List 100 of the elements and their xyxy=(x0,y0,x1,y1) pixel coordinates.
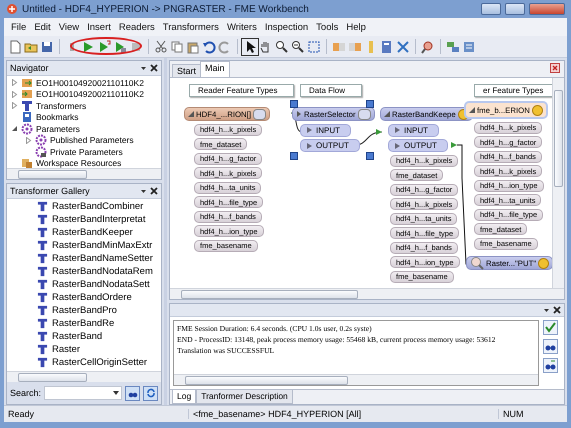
horizontal-scrollbar[interactable] xyxy=(7,168,161,179)
expand-arrow-icon[interactable] xyxy=(296,111,302,117)
inspect-icon[interactable] xyxy=(421,40,435,54)
gear-lock-icon xyxy=(35,146,47,158)
tree-item[interactable]: Transformers xyxy=(36,100,86,111)
pin-icon[interactable] xyxy=(140,64,147,72)
refresh-button[interactable] xyxy=(143,386,158,400)
maximize-button[interactable] xyxy=(505,3,525,15)
gallery-item[interactable]: RasterBandPro xyxy=(52,305,117,316)
run-prompt-icon[interactable] xyxy=(97,40,111,54)
gallery-item[interactable]: RasterBandNameSetter xyxy=(52,253,153,264)
expand-arrow-icon[interactable] xyxy=(11,90,18,98)
horizontal-scrollbar[interactable] xyxy=(174,374,538,385)
horizontal-scrollbar[interactable] xyxy=(170,288,564,299)
more-button[interactable] xyxy=(253,108,266,120)
close-button[interactable] xyxy=(529,3,565,15)
zoom-in-icon[interactable] xyxy=(275,40,289,54)
selection-handle[interactable] xyxy=(366,100,374,108)
gallery-item[interactable]: Raster xyxy=(52,344,80,355)
expand-arrow-icon[interactable] xyxy=(11,102,18,110)
tree-item[interactable]: Bookmarks xyxy=(36,112,79,122)
tree-item[interactable]: Published Parameters xyxy=(50,135,134,146)
gallery-item[interactable]: RasterBandMinMaxExtr xyxy=(52,240,152,251)
run-step-icon[interactable] xyxy=(113,40,127,54)
port[interactable]: OUTPUT xyxy=(300,139,360,152)
gallery-item[interactable]: RasterBandKeeper xyxy=(52,227,133,238)
dropdown-arrow-icon[interactable] xyxy=(113,391,119,395)
bookmark-label[interactable]: er Feature Types xyxy=(474,84,552,97)
new-file-icon[interactable] xyxy=(8,40,22,54)
tab[interactable]: Start xyxy=(172,64,202,77)
tree-item[interactable]: EO1H0010492002110110K2 xyxy=(36,89,144,100)
close-icon[interactable] xyxy=(553,306,561,314)
find-button[interactable] xyxy=(542,339,558,354)
search-button[interactable] xyxy=(125,386,140,400)
port[interactable]: INPUT xyxy=(388,124,439,136)
transformer-icon xyxy=(37,344,48,355)
save-icon[interactable] xyxy=(40,40,54,54)
menu-item[interactable]: Tools xyxy=(312,22,342,32)
zoom-extents-icon[interactable] xyxy=(307,40,321,54)
tab[interactable]: Log xyxy=(172,390,196,404)
zoom-out-icon[interactable] xyxy=(291,40,305,54)
vertical-scrollbar[interactable] xyxy=(552,78,564,288)
document-icon[interactable] xyxy=(380,40,394,54)
tree-item[interactable]: Parameters xyxy=(36,124,80,134)
menu-item[interactable]: View xyxy=(54,22,84,32)
tab[interactable]: Main xyxy=(200,61,230,77)
tree-item[interactable]: EO1H0010492002110110K2 xyxy=(36,78,144,88)
expand-arrow-icon[interactable] xyxy=(25,136,32,144)
menu-item[interactable]: Help xyxy=(342,22,370,32)
collapse-arrow-icon[interactable] xyxy=(11,125,18,132)
undo-icon[interactable] xyxy=(202,40,216,54)
close-icon[interactable] xyxy=(150,64,158,72)
collapse-arrow-icon[interactable] xyxy=(384,111,390,117)
expand-arrow-icon[interactable] xyxy=(11,79,18,86)
horizontal-scrollbar[interactable] xyxy=(7,371,161,382)
port[interactable]: OUTPUT xyxy=(388,139,448,152)
collapse-arrow-icon[interactable] xyxy=(188,111,194,117)
collapse-arrow-icon[interactable] xyxy=(469,107,475,113)
gallery-item[interactable]: RasterBandNodataRem xyxy=(52,266,153,277)
tree-item[interactable]: Workspace Resources xyxy=(36,158,122,168)
copy-icon[interactable] xyxy=(170,40,184,54)
gallery-item[interactable]: RasterCellOriginSetter xyxy=(52,357,148,368)
folder-icon xyxy=(21,157,33,168)
pointer-icon[interactable] xyxy=(243,40,257,54)
menu-item[interactable]: File xyxy=(7,22,30,32)
gallery-item[interactable]: RasterBandCombiner xyxy=(52,201,144,212)
minimize-button[interactable] xyxy=(481,3,501,15)
gallery-item[interactable]: RasterBandInterpretat xyxy=(52,214,146,225)
selection-handle[interactable] xyxy=(290,100,298,108)
refresh-icon xyxy=(146,388,156,398)
tree-item[interactable]: Private Parameters xyxy=(50,146,123,157)
menu-item[interactable]: Transformers xyxy=(158,22,223,32)
gallery-item[interactable]: RasterBandOrdere xyxy=(52,292,132,303)
transformer-icon xyxy=(37,253,48,264)
close-icon[interactable] xyxy=(150,187,158,195)
pin-icon[interactable] xyxy=(140,188,147,194)
run-icon[interactable] xyxy=(81,40,95,54)
paste-icon[interactable] xyxy=(186,40,200,54)
menu-item[interactable]: Writers xyxy=(222,22,261,32)
transformer-icon xyxy=(37,266,48,277)
log-toolbar-button[interactable] xyxy=(542,320,558,335)
gallery-item[interactable]: RasterBand xyxy=(52,331,102,342)
menu-item[interactable]: Readers xyxy=(114,22,159,32)
more-button[interactable] xyxy=(358,108,371,120)
tab[interactable]: Tranformer Description xyxy=(196,390,293,404)
bookmark-label[interactable]: Data Flow xyxy=(300,84,362,97)
selection-handle[interactable] xyxy=(290,152,298,160)
bookmark-label[interactable]: Reader Feature Types xyxy=(189,84,294,97)
menu-item[interactable]: Edit xyxy=(30,22,55,32)
port[interactable]: INPUT xyxy=(300,124,351,136)
scissors-icon[interactable] xyxy=(154,40,168,54)
transformer-icon xyxy=(37,201,48,212)
gallery-item[interactable]: RasterBandNodataSett xyxy=(52,279,150,290)
gallery-item[interactable]: RasterBandRe xyxy=(52,318,114,329)
pin-icon[interactable] xyxy=(543,306,550,314)
menu-item[interactable]: Insert xyxy=(83,22,115,32)
selection-handle[interactable] xyxy=(366,152,374,160)
find-next-button[interactable] xyxy=(542,358,558,373)
menu-item[interactable]: Inspection xyxy=(260,22,312,32)
search-field[interactable] xyxy=(44,386,122,400)
